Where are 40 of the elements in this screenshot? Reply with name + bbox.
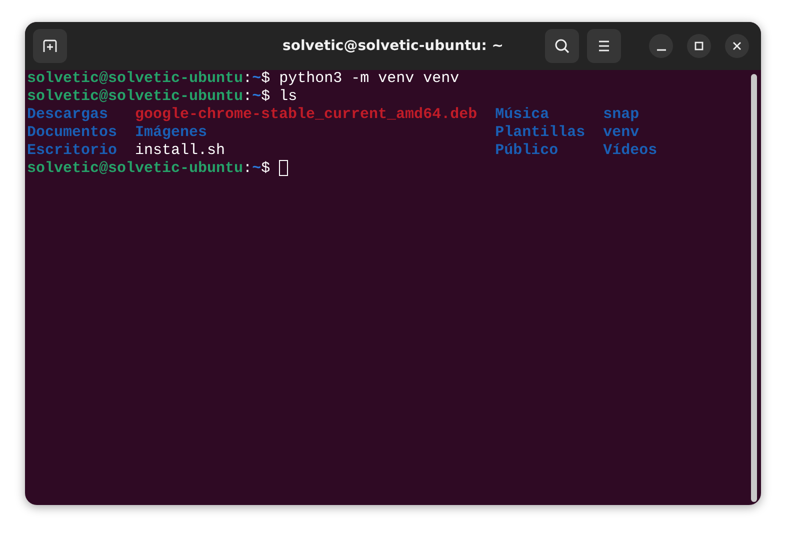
maximize-button[interactable]: [687, 34, 711, 58]
command-text: ls: [279, 88, 298, 106]
close-button[interactable]: [725, 34, 749, 58]
new-tab-button[interactable]: [33, 29, 67, 63]
directory-name: Documentos: [27, 124, 118, 142]
prompt-symbol: $: [261, 70, 270, 88]
scrollbar[interactable]: [751, 74, 757, 502]
search-icon: [554, 38, 570, 54]
directory-name: Descargas: [27, 106, 110, 124]
menu-button[interactable]: [587, 29, 621, 63]
prompt-separator: :: [243, 70, 252, 88]
directory-name: Plantillas: [495, 124, 586, 142]
file-name: install.sh: [135, 142, 226, 160]
directory-name: Escritorio: [27, 142, 118, 160]
directory-name: venv: [603, 124, 640, 142]
directory-name: Imágenes: [135, 124, 208, 142]
minimize-button[interactable]: [649, 34, 673, 58]
search-button[interactable]: [545, 29, 579, 63]
prompt-symbol: $: [261, 160, 270, 178]
prompt-symbol: $: [261, 88, 270, 106]
prompt-user-host: solvetic@solvetic-ubuntu: [27, 70, 244, 88]
package-file-name: google-chrome-stable_current_amd64.deb: [135, 106, 478, 124]
directory-name: Público: [495, 142, 560, 160]
menu-icon: [597, 40, 611, 52]
prompt-path: ~: [252, 88, 262, 106]
directory-name: Música: [495, 106, 550, 124]
maximize-icon: [694, 41, 704, 51]
directory-name: snap: [603, 106, 640, 124]
prompt-separator: :: [243, 160, 252, 178]
prompt-user-host: solvetic@solvetic-ubuntu: [27, 160, 244, 178]
prompt-separator: :: [243, 88, 252, 106]
prompt-path: ~: [252, 70, 262, 88]
directory-name: Vídeos: [603, 142, 658, 160]
prompt-user-host: solvetic@solvetic-ubuntu: [27, 88, 244, 106]
window-title: solvetic@solvetic-ubuntu: ~: [282, 38, 504, 54]
close-icon: [732, 41, 742, 51]
minimize-icon: [656, 49, 666, 51]
new-tab-icon: [42, 38, 58, 54]
prompt-path: ~: [252, 160, 262, 178]
command-text: python3 -m venv venv: [279, 70, 460, 88]
